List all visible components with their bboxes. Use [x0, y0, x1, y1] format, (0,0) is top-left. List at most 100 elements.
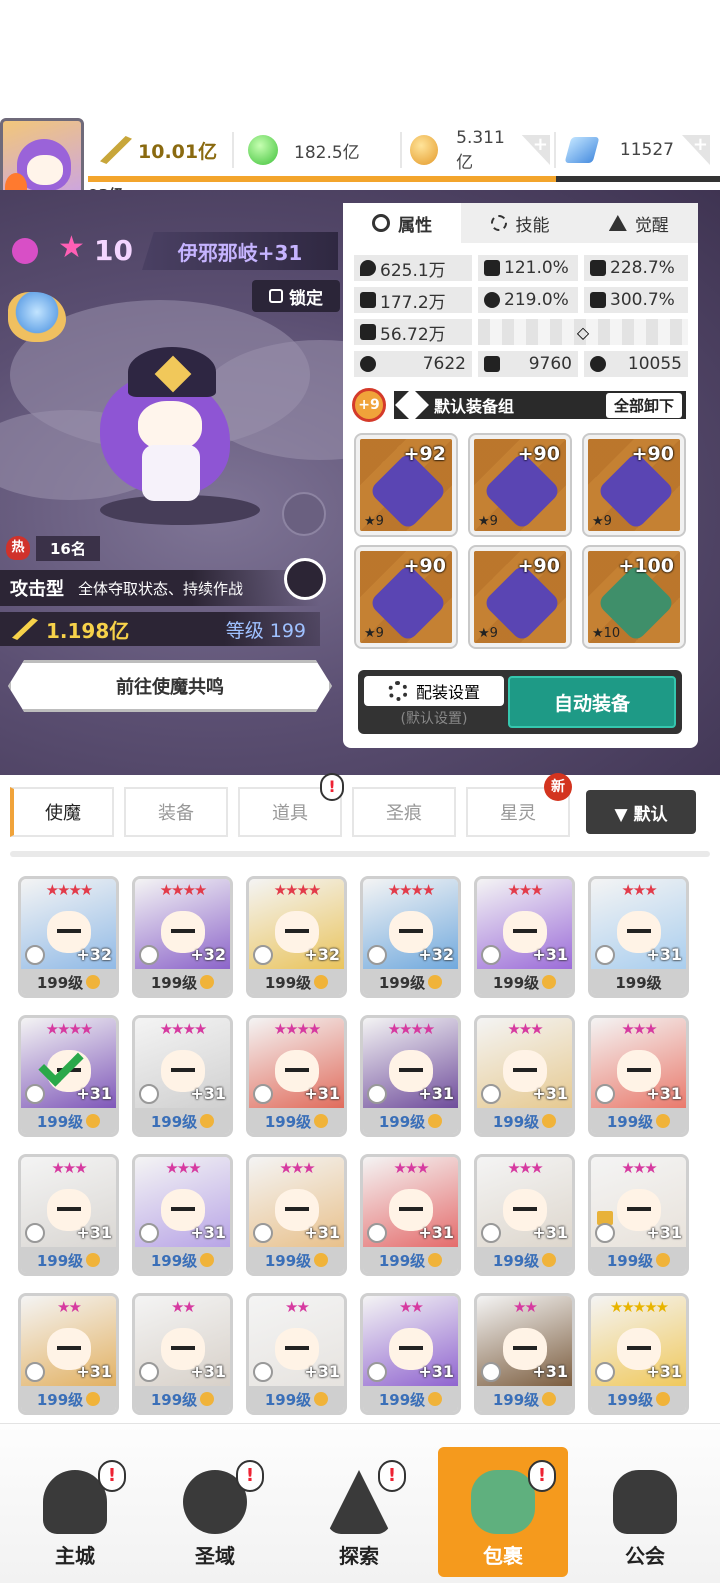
- hero-card[interactable]: ★★ +31 199级: [132, 1293, 233, 1415]
- stat-crit-dmg: 228.7%: [584, 255, 688, 281]
- hero-card[interactable]: ★★★★ +32 199级: [132, 876, 233, 998]
- hero-card[interactable]: ★★★ +31 199级: [18, 1154, 119, 1276]
- equipment-grid: +92 ★9 +90 ★9 +90 ★9 +90 ★9 +90 ★9 +100 ★10: [354, 433, 686, 649]
- hero-card-plus: +31: [532, 1084, 568, 1103]
- hero-card-eyes: [399, 1346, 423, 1350]
- resonate-button[interactable]: 前往使魔共鸣: [8, 660, 332, 712]
- config-subtitle: (默认设置): [400, 711, 468, 727]
- hero-name: 伊邪那岐+31: [142, 232, 338, 270]
- hero-card[interactable]: ★★★★ +32 199级: [360, 876, 461, 998]
- tab-spirits[interactable]: 星灵新: [466, 773, 572, 837]
- gear-set-selector[interactable]: 默认装备组 全部卸下: [394, 388, 686, 422]
- tab-familiars[interactable]: 使魔: [10, 787, 114, 837]
- equipment-slot-weapon[interactable]: +92 ★9: [354, 433, 458, 537]
- lock-button[interactable]: 锁定: [252, 280, 340, 312]
- hero-card-level: 199级: [591, 1108, 686, 1134]
- hero-card-stars: ★★★★: [45, 1020, 94, 1038]
- hero-card[interactable]: ★★★★ +31 199级: [360, 1015, 461, 1137]
- auto-equip-button[interactable]: 自动装备: [508, 676, 676, 728]
- currency-gem[interactable]: 11527 +: [564, 128, 710, 172]
- hero-card[interactable]: ★★★ +31 199级: [246, 1154, 347, 1276]
- hero-card[interactable]: ★★★ +31 199级: [474, 1015, 575, 1137]
- currency-gold[interactable]: 5.311亿 +: [410, 128, 550, 173]
- hero-card[interactable]: ★★★ +31 199级: [474, 1154, 575, 1276]
- hero-card-stars: ★★★: [507, 1020, 543, 1038]
- nav-explore[interactable]: 探索: [294, 1447, 424, 1577]
- element-icon: [481, 1084, 501, 1104]
- hero-card-stars: ★★: [285, 1298, 310, 1316]
- hero-card-plus: +31: [418, 1084, 454, 1103]
- element-icon: [139, 1223, 159, 1243]
- green-orb-icon: [248, 135, 278, 165]
- hot-rank[interactable]: 热 16名: [6, 535, 100, 561]
- equipment-slot-belt[interactable]: +90 ★9: [354, 545, 458, 649]
- nav-guild[interactable]: 公会: [580, 1447, 710, 1577]
- hero-card[interactable]: ★★★ +31 199级: [588, 1154, 689, 1276]
- tab-skills[interactable]: 技能: [461, 203, 580, 243]
- element-icon: [139, 1362, 159, 1382]
- hero-card-level: 199级: [363, 1247, 458, 1273]
- hero-card-plus: +31: [304, 1084, 340, 1103]
- hero-card-plus: +31: [76, 1084, 112, 1103]
- coin-icon: [200, 1114, 215, 1128]
- hero-card[interactable]: ★★★ +31 199级: [132, 1154, 233, 1276]
- sort-button[interactable]: ▼ 默认: [586, 790, 696, 834]
- coin-icon: [86, 975, 101, 989]
- hero-card-level: 199级: [249, 969, 344, 995]
- hero-card[interactable]: ★★★★ +31 199级: [246, 1015, 347, 1137]
- crystal-icon[interactable]: [8, 292, 66, 342]
- gear-set-level-badge[interactable]: +9: [352, 388, 386, 422]
- hero-card[interactable]: ★★ +31 199级: [246, 1293, 347, 1415]
- hero-card[interactable]: ★★★ +31 199级: [474, 876, 575, 998]
- hero-star-count: 10: [94, 234, 133, 267]
- hero-card-eyes: [513, 1207, 537, 1211]
- add-gold-button[interactable]: +: [521, 135, 550, 165]
- hero-card[interactable]: ★★ +31 199级: [18, 1293, 119, 1415]
- hero-card[interactable]: ★★★ +31 199级: [588, 876, 689, 998]
- view-model-button[interactable]: [282, 492, 326, 536]
- currency-green[interactable]: 182.5亿: [248, 128, 398, 172]
- unequip-all-button[interactable]: 全部卸下: [605, 393, 682, 418]
- hero-card-level: 199级: [477, 1247, 572, 1273]
- hero-card[interactable]: ★★★★ +31 199级: [18, 1015, 119, 1137]
- hero-card-plus: +31: [418, 1362, 454, 1381]
- hero-card[interactable]: ★★★ +31 199级: [360, 1154, 461, 1276]
- hero-card[interactable]: ★★ +31 199级: [474, 1293, 575, 1415]
- tab-equipment[interactable]: 装备: [124, 787, 228, 837]
- config-button[interactable]: 配装设置: [364, 676, 504, 706]
- hero-card[interactable]: ★★★★★ +31 199级: [588, 1293, 689, 1415]
- coin-icon: [86, 1392, 101, 1406]
- hero-card-eyes: [285, 1346, 309, 1350]
- tab-awaken[interactable]: 觉醒: [579, 203, 698, 243]
- element-icon: [595, 1362, 615, 1382]
- hero-card[interactable]: ★★★★ +31 199级: [132, 1015, 233, 1137]
- tab-stigmata[interactable]: 圣痕: [352, 787, 456, 837]
- hero-card-eyes: [627, 1346, 651, 1350]
- add-gem-button[interactable]: +: [681, 135, 710, 165]
- coin-icon: [200, 1392, 215, 1406]
- stat-crit: 121.0%: [478, 255, 578, 281]
- tab-attributes[interactable]: 属性: [343, 203, 462, 243]
- category-scrollbar[interactable]: [10, 851, 710, 857]
- equipment-slot-boots[interactable]: +100 ★10: [582, 545, 686, 649]
- hero-portrait[interactable]: [80, 345, 280, 530]
- hero-card[interactable]: ★★★★ +32 199级: [18, 876, 119, 998]
- element-icon: [367, 1223, 387, 1243]
- stat-accuracy: 219.0%: [478, 287, 578, 313]
- tab-items[interactable]: 道具!: [238, 773, 344, 837]
- coin-icon: [86, 1114, 101, 1128]
- hero-card[interactable]: ★★★★ +32 199级: [246, 876, 347, 998]
- hero-card[interactable]: ★★★ +31 199级: [588, 1015, 689, 1137]
- hero-card-eyes: [513, 1068, 537, 1072]
- equipment-slot-armor[interactable]: +90 ★9: [582, 433, 686, 537]
- wing-icon: [590, 292, 606, 308]
- hero-card-level: 199级: [591, 1386, 686, 1412]
- hero-card-eyes: [627, 1207, 651, 1211]
- hero-card[interactable]: ★★ +31 199级: [360, 1293, 461, 1415]
- element-icon: [139, 945, 159, 965]
- equipment-slot-helmet[interactable]: +90 ★9: [468, 433, 572, 537]
- equipment-slot-necklace[interactable]: +90 ★9: [468, 545, 572, 649]
- element-icon: [481, 945, 501, 965]
- role-icon[interactable]: [284, 558, 326, 600]
- hero-card-eyes: [285, 929, 309, 933]
